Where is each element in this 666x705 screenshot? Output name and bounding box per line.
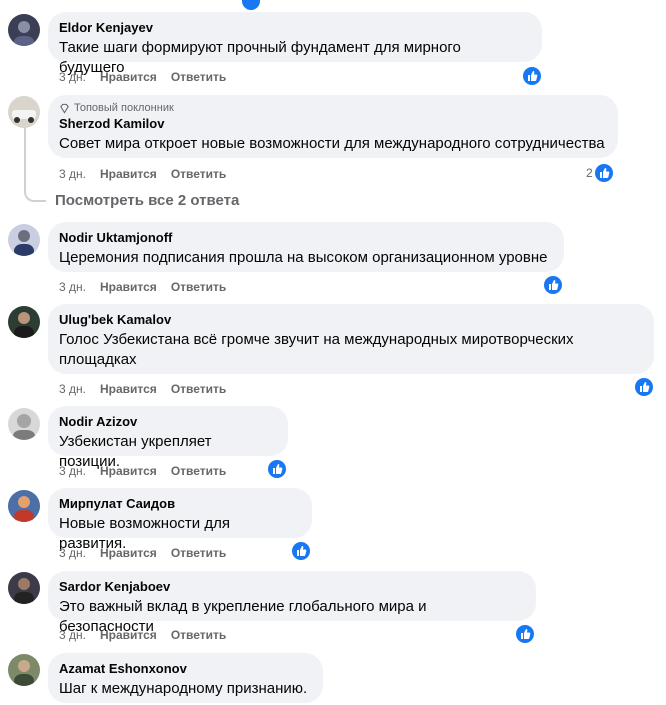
comment-time[interactable]: 3 дн.	[59, 463, 86, 479]
comment-bubble: Топовый поклонник Sherzod Kamilov Совет …	[48, 95, 618, 158]
diamond-icon	[60, 103, 69, 114]
comment-text: Церемония подписания прошла на высоком о…	[59, 249, 548, 266]
reaction-summary[interactable]: 2	[586, 164, 613, 182]
comment-text: Голос Узбекистана всё громче звучит на м…	[59, 330, 642, 370]
like-reaction-icon	[242, 0, 260, 10]
reply-button[interactable]: Ответить	[171, 381, 226, 397]
comment-author[interactable]: Nodir Uktamjonoff	[59, 230, 552, 246]
comment-bubble: Nodir Azizov Узбекистан укрепляет позици…	[48, 406, 288, 470]
comment-time[interactable]: 3 дн.	[59, 279, 86, 295]
avatar[interactable]	[8, 408, 40, 440]
avatar[interactable]	[8, 654, 40, 686]
comment-bubble: Ulug'bek Kamalov Голос Узбекистана всё г…	[48, 304, 654, 374]
avatar[interactable]	[8, 14, 40, 46]
like-reaction-icon	[594, 164, 613, 182]
avatar[interactable]	[8, 224, 40, 256]
comment-text: Совет мира откроет новые возможности для…	[59, 135, 605, 152]
avatar[interactable]	[8, 490, 40, 522]
comment-actions: 3 дн. Нравится Ответить	[59, 69, 226, 85]
comment-time[interactable]: 3 дн.	[59, 381, 86, 397]
like-button[interactable]: Нравится	[100, 166, 157, 182]
like-reaction-icon	[268, 460, 286, 478]
top-fan-badge: Топовый поклонник	[59, 101, 606, 115]
comment-time[interactable]: 3 дн.	[59, 166, 86, 182]
like-button[interactable]: Нравится	[100, 627, 157, 643]
reaction-summary[interactable]	[268, 460, 286, 478]
comment-actions: 3 дн. Нравится Ответить	[59, 279, 226, 295]
comment-actions: 3 дн. Нравится Ответить	[59, 166, 226, 182]
reply-button[interactable]: Ответить	[171, 545, 226, 561]
top-fan-label: Топовый поклонник	[74, 102, 174, 114]
like-button[interactable]: Нравится	[100, 463, 157, 479]
comment-bubble: Мирпулат Саидов Новые возможности для ра…	[48, 488, 312, 552]
reply-button[interactable]: Ответить	[171, 166, 226, 182]
comment-author[interactable]: Мирпулат Саидов	[59, 496, 300, 512]
comment-text-line: Голос Узбекистана всё громче звучит на м…	[59, 331, 574, 348]
comment-bubble: Sardor Kenjaboev Это важный вклад в укре…	[48, 571, 536, 635]
reply-thread-line	[24, 126, 46, 202]
comment-author[interactable]: Nodir Azizov	[59, 414, 276, 430]
reaction-summary[interactable]	[635, 378, 653, 396]
reply-button[interactable]: Ответить	[171, 69, 226, 85]
comment-time[interactable]: 3 дн.	[59, 545, 86, 561]
like-button[interactable]: Нравится	[100, 69, 157, 85]
avatar[interactable]	[8, 306, 40, 338]
comment-actions: 3 дн. Нравится Ответить	[59, 545, 226, 561]
like-button[interactable]: Нравится	[100, 381, 157, 397]
avatar[interactable]	[8, 572, 40, 604]
like-button[interactable]: Нравится	[100, 279, 157, 295]
comment-author[interactable]: Sherzod Kamilov	[59, 116, 606, 132]
comment-actions: 3 дн. Нравится Ответить	[59, 463, 226, 479]
like-reaction-icon	[292, 542, 310, 560]
view-all-replies-link[interactable]: Посмотреть все 2 ответа	[55, 191, 239, 211]
comment-author[interactable]: Azamat Eshonxonov	[59, 661, 311, 677]
reaction-summary[interactable]	[544, 276, 562, 294]
comment-time[interactable]: 3 дн.	[59, 69, 86, 85]
like-reaction-icon	[544, 276, 562, 294]
reply-button[interactable]: Ответить	[171, 627, 226, 643]
comment-actions: 3 дн. Нравится Ответить	[59, 627, 226, 643]
comment-time[interactable]: 3 дн.	[59, 627, 86, 643]
comment-bubble: Eldor Kenjayev Такие шаги формируют проч…	[48, 12, 542, 76]
like-reaction-icon	[516, 625, 534, 643]
reply-button[interactable]: Ответить	[171, 463, 226, 479]
comment-author[interactable]: Sardor Kenjaboev	[59, 579, 524, 595]
like-reaction-icon	[635, 378, 653, 396]
reaction-count: 2	[586, 166, 593, 180]
reaction-summary[interactable]	[516, 625, 534, 643]
reaction-summary[interactable]	[292, 542, 310, 560]
comment-text-line: площадках	[59, 351, 137, 368]
comment-text: Шаг к международному признанию.	[59, 680, 308, 697]
like-button[interactable]: Нравится	[100, 545, 157, 561]
comment-author[interactable]: Eldor Kenjayev	[59, 20, 530, 36]
reply-button[interactable]: Ответить	[171, 279, 226, 295]
comment-author[interactable]: Ulug'bek Kamalov	[59, 312, 642, 328]
like-reaction-icon	[523, 67, 541, 85]
comment-actions: 3 дн. Нравится Ответить	[59, 381, 226, 397]
reaction-summary[interactable]	[523, 67, 541, 85]
comment-bubble: Azamat Eshonxonov Шаг к международному п…	[48, 653, 323, 703]
comment-bubble: Nodir Uktamjonoff Церемония подписания п…	[48, 222, 564, 272]
avatar[interactable]	[8, 96, 40, 128]
